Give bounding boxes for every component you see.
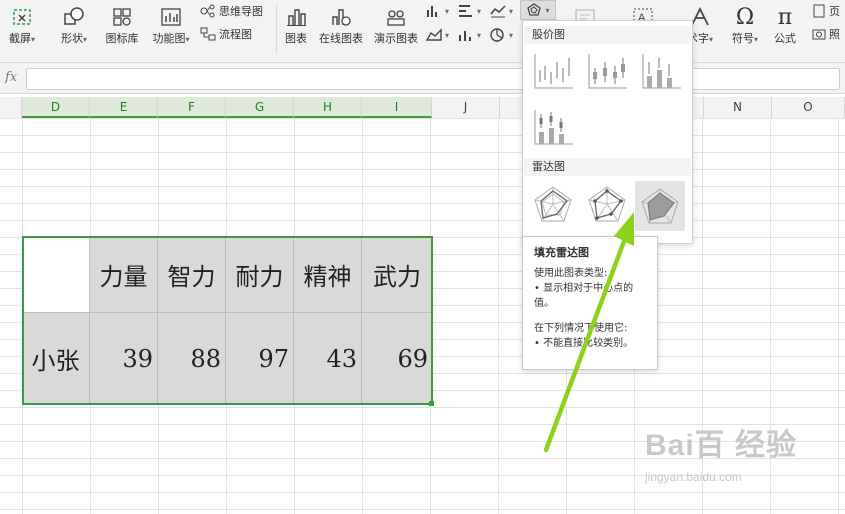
column-header[interactable]: H (294, 97, 362, 118)
fx-label: fx (5, 70, 18, 85)
bar-chart-dropdown[interactable]: ▾ (458, 4, 481, 18)
column-header[interactable]: E (90, 97, 158, 118)
line-chart-icon (490, 5, 506, 18)
online-chart-label: 在线图表 (319, 32, 363, 45)
radar-chart-dropdown-button[interactable]: ▾ (520, 0, 556, 20)
line-chart-dropdown[interactable]: ▾ (490, 4, 513, 18)
header-label: 页 (829, 5, 840, 18)
screenshot-icon (13, 9, 31, 25)
flowchart-button[interactable]: 流程图 (200, 26, 252, 42)
selection-border (22, 236, 433, 405)
online-chart-icon (332, 9, 351, 26)
ribbon-divider (276, 4, 277, 54)
page-icon (813, 4, 825, 18)
flowchart-label: 流程图 (219, 28, 252, 41)
combo-chart-dropdown[interactable]: ▾ (458, 28, 481, 42)
demo-chart-button[interactable]: 演示图表 (370, 2, 422, 46)
screenshot-button[interactable]: 截屏▾ (0, 2, 44, 47)
select-all-corner[interactable] (0, 97, 22, 118)
formula-input[interactable] (26, 68, 840, 90)
pie-chart-dropdown[interactable]: ▾ (490, 28, 513, 42)
function-chart-label: 功能图 (152, 32, 186, 45)
area-chart-dropdown[interactable]: ▾ (426, 28, 449, 42)
watermark: Bai百 经验 jingyan.baidu.com (645, 420, 825, 500)
column-header[interactable]: N (704, 97, 772, 118)
pie-chart-icon (490, 28, 504, 42)
symbol-label: 符号 (731, 32, 754, 45)
combo-chart-icon (459, 31, 471, 41)
stock-chart-option-1[interactable] (529, 49, 577, 95)
pi-icon: π (777, 4, 793, 30)
mindmap-icon (200, 4, 215, 18)
header-footer-button[interactable]: 页 (812, 3, 840, 19)
demo-chart-label: 演示图表 (374, 32, 418, 45)
fill-handle[interactable] (429, 401, 434, 406)
icon-library-label: 图标库 (105, 32, 139, 45)
function-chart-button[interactable]: 功能图▾ (148, 2, 194, 47)
mindmap-label: 思维导图 (219, 5, 263, 18)
stock-chart-section-title: 股价图 (524, 26, 691, 44)
formula-label: 公式 (774, 32, 796, 45)
online-chart-button[interactable]: 在线图表 (316, 2, 366, 46)
chart-button[interactable]: 图表 (280, 2, 312, 46)
watermark-url: jingyan.baidu.com (645, 470, 742, 484)
bar-chart-icon (459, 5, 472, 17)
column-chart-icon (427, 6, 437, 17)
ribbon-toolbar: 截屏▾ 形状▾ 图标库 功能图▾ 思维导图 流程图 图表 在线图表 演示图表 ▾… (0, 0, 845, 63)
screenshot-label: 截屏 (8, 32, 31, 45)
stock-chart-icon (534, 110, 573, 145)
chart-label: 图表 (285, 32, 307, 45)
photo-label: 照 (829, 28, 840, 41)
column-header[interactable]: F (158, 97, 226, 118)
column-chart-dropdown[interactable]: ▾ (426, 4, 449, 18)
function-chart-icon (161, 8, 181, 26)
stock-chart-option-3[interactable] (637, 49, 685, 95)
column-header[interactable]: G (226, 97, 294, 118)
mindmap-button[interactable]: 思维导图 (200, 3, 263, 19)
shapes-label: 形状 (60, 32, 83, 45)
arrow-head-icon (614, 212, 634, 246)
formula-bar: fx (0, 63, 845, 94)
watermark-brand: Bai百 经验 (645, 429, 798, 462)
column-header-bar: D E F G H I J K L M N O (0, 97, 845, 119)
chart-icon (287, 9, 306, 26)
stock-chart-option-2[interactable] (583, 49, 631, 95)
symbol-button[interactable]: Ω 符号▾ (726, 2, 764, 47)
flowchart-icon (200, 27, 216, 41)
stock-chart-icon (534, 54, 573, 89)
stock-chart-option-4[interactable] (529, 105, 577, 151)
stock-chart-icon (588, 54, 627, 89)
icon-library-button[interactable]: 图标库 (100, 2, 144, 46)
demo-chart-icon (387, 10, 405, 26)
shapes-icon (64, 7, 84, 25)
formula-button[interactable]: π 公式 (768, 2, 802, 46)
photo-button[interactable]: 照 (812, 26, 840, 42)
omega-icon: Ω (735, 4, 755, 30)
column-header[interactable]: D (22, 97, 90, 118)
annotation-arrow (543, 212, 634, 453)
shapes-button[interactable]: 形状▾ (52, 2, 96, 47)
area-chart-icon (426, 28, 442, 41)
icon-library-icon (113, 8, 131, 26)
camera-icon (812, 29, 826, 40)
radar-chart-section-title: 雷达图 (524, 158, 691, 176)
column-header[interactable]: I (362, 97, 432, 118)
radar-chart-icon (527, 3, 542, 16)
column-header[interactable]: O (772, 97, 845, 118)
column-header[interactable]: J (432, 97, 500, 118)
stock-chart-icon (642, 54, 681, 89)
